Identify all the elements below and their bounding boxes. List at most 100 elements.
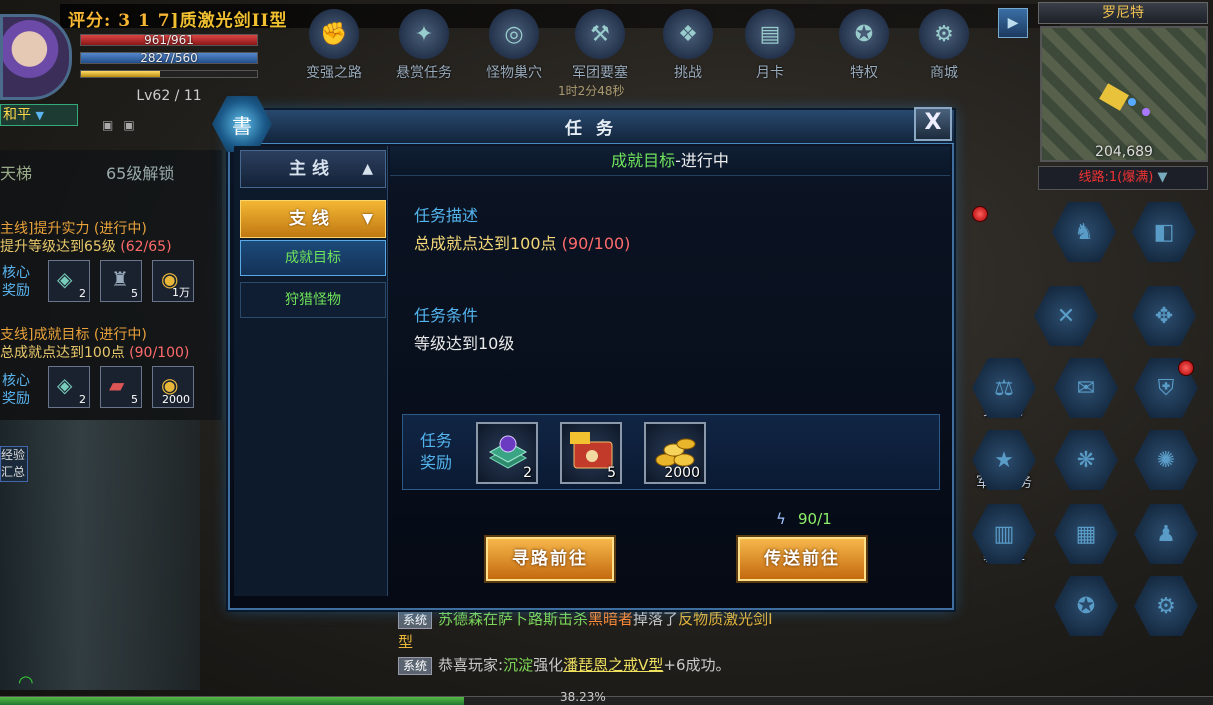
shield-icon: ❖ — [660, 8, 716, 60]
top-menu-fortress[interactable]: ⚒ 军团要塞 — [560, 8, 640, 88]
expand-arrow-button[interactable]: ▶ — [998, 8, 1028, 38]
reward-slot-gold[interactable]: 2000 — [644, 422, 706, 484]
target-icon: ✦ — [396, 8, 452, 60]
hex-button-vault[interactable]: ▥装备库 — [968, 504, 1040, 576]
hex-button-legion[interactable]: ✪军团 — [1050, 576, 1122, 648]
dpad-icon: ✥ — [1132, 286, 1196, 346]
mini-tool-icons[interactable]: ▣▣ — [102, 118, 145, 132]
top-menu-shield[interactable]: ❖ 挑战 — [648, 8, 728, 88]
tracker-reward-slot[interactable]: ◉ 1万 — [152, 260, 194, 302]
score-item: ]质激光剑II型 — [170, 11, 288, 31]
chevron-down-icon: ▼ — [362, 211, 373, 227]
background-tower — [0, 420, 200, 690]
chat-line: 系统 苏德森在萨卜路斯击杀黑暗者掉落了反物质激光剑I型 — [398, 610, 773, 651]
hex-button-crossed-swords[interactable]: ✕自动 — [1030, 286, 1102, 358]
reward-slot-core[interactable]: 2 — [476, 422, 538, 484]
vortex-icon: ◎ — [486, 8, 542, 60]
mp-text: 2827/560 — [140, 51, 198, 65]
hex-button-star[interactable]: ★军阶任务 — [968, 430, 1040, 502]
teleport-button[interactable]: 传送前往 — [738, 537, 866, 581]
category-main[interactable]: 主线 ▲ — [240, 150, 386, 188]
badge-icon: ✪ — [836, 8, 892, 60]
tracker-reward-slot[interactable]: ◉ 2000 — [152, 366, 194, 408]
hex-button-outfit[interactable]: ❋装扮 — [1050, 430, 1122, 502]
exp-progress-text: 38.23% — [560, 690, 606, 704]
tracker-reward-slot[interactable]: ♜ 5 — [100, 260, 142, 302]
tracker-quest-main-desc: 提升等级达到65级 (62/65) — [0, 239, 172, 255]
hex-button-book[interactable]: ▦成就 — [1050, 504, 1122, 576]
quest-item-hunt[interactable]: 狩猎怪物 — [240, 282, 386, 318]
tracker-quest-main-title[interactable]: 主线]提升实力 (进行中) — [0, 218, 147, 238]
exp-summary-button[interactable]: 经验汇总 — [0, 446, 28, 482]
reward-slot-stamina[interactable]: 5 — [560, 422, 622, 484]
robot-icon: ♜ — [111, 267, 129, 291]
quest-status-header: 成就目标-进行中 — [390, 146, 950, 176]
event-timer: 1时2分48秒 — [558, 84, 625, 98]
tracker-reward-label: 核心奖励 — [2, 265, 30, 299]
card-icon: ▤ — [742, 8, 798, 60]
server-line-label: 线路:1(爆满) — [1078, 170, 1154, 185]
stamina-pack-icon: ▰ — [109, 373, 125, 397]
top-menu-badge[interactable]: ✪ 特权 — [824, 8, 904, 88]
play-icon: ▶ — [1007, 15, 1019, 31]
tracker-reward-label: 核心奖励 — [2, 373, 30, 407]
fortress-icon: ⚒ — [572, 8, 628, 60]
exp-progress-bar — [0, 696, 1213, 705]
chevron-down-icon: ▼ — [1157, 170, 1168, 185]
npc-dot-icon — [1142, 108, 1150, 116]
chat-line: 系统 恭喜玩家:沉淀强化潘琵恩之戒V型+6成功。 — [398, 654, 778, 677]
hex-button-backpack[interactable]: ◧背包 — [1128, 202, 1200, 274]
chevron-up-icon: ▲ — [362, 161, 373, 177]
tracker-reward-slot[interactable]: ◈ 2 — [48, 260, 90, 302]
category-branch[interactable]: 支线 ▼ — [240, 200, 386, 238]
hex-button-scales[interactable]: ⚖交易行 — [968, 358, 1040, 430]
chevron-down-icon: ▼ — [35, 109, 44, 122]
ladder-lock-text: 65级解锁 — [106, 164, 175, 183]
score-value: 评分: 3 1 7 — [68, 11, 171, 31]
notification-dot-icon — [972, 206, 988, 222]
tracker-reward-slot[interactable]: ◈ 2 — [48, 366, 90, 408]
energy-icon: ϟ — [776, 510, 786, 528]
dialog-title: 任 务 — [565, 119, 617, 139]
hex-button-dpad[interactable]: ✥ — [1128, 286, 1200, 358]
minimap[interactable] — [1040, 26, 1208, 162]
hex-button-social[interactable]: ♟社交 — [1130, 504, 1202, 576]
mech-icon: ⚙ — [916, 8, 972, 60]
server-line-select[interactable]: 线路:1(爆满) ▼ — [1038, 166, 1208, 190]
hex-button-gear[interactable]: ⚙设置 — [1130, 576, 1202, 648]
tracker-quest-branch-desc: 总成就点达到100点 (90/100) — [0, 345, 190, 361]
quest-item-achievement[interactable]: 成就目标 — [240, 240, 386, 276]
pk-mode-select[interactable]: 和平 ▼ — [0, 104, 78, 126]
hp-text: 961/961 — [144, 33, 194, 47]
hex-button-mail[interactable]: ✉邮件 — [1050, 358, 1122, 430]
xp-bar — [80, 70, 258, 78]
close-button[interactable]: X — [914, 107, 952, 141]
avatar[interactable] — [0, 14, 72, 100]
pathfind-button[interactable]: 寻路前往 — [486, 537, 614, 581]
top-menu-vortex[interactable]: ◎ 怪物巢穴 — [474, 8, 554, 88]
top-menu-mech[interactable]: ⚙ 商城 — [904, 8, 984, 88]
score-text: 评分: 3 1 7]质激光剑II型 — [68, 6, 287, 31]
reward-label: 任务奖励 — [419, 431, 452, 472]
notification-dot-icon — [1178, 360, 1194, 376]
tracker-quest-branch-title[interactable]: 支线]成就目标 (进行中) — [0, 324, 147, 344]
description-text: 总成就点达到100点 (90/100) — [414, 234, 631, 253]
top-menu-card[interactable]: ▤ 月卡 — [730, 8, 810, 88]
condition-text: 等级达到10级 — [414, 334, 515, 353]
core-crystal-icon: ◈ — [57, 373, 73, 397]
tracker-reward-slot[interactable]: ▰ 5 — [100, 366, 142, 408]
ladder-label[interactable]: 天梯 — [0, 160, 32, 184]
top-menu-fist[interactable]: ✊ 变强之路 — [294, 8, 374, 88]
energy-count: 90/1 — [798, 510, 832, 528]
condition-title: 任务条件 — [414, 306, 479, 325]
player-marker-icon — [1099, 83, 1129, 111]
description-title: 任务描述 — [414, 206, 479, 225]
minimap-title: 罗尼特 — [1038, 2, 1208, 24]
core-crystal-icon: ◈ — [57, 267, 73, 291]
chat-log: 系统 苏德森在萨卜路斯击杀黑暗者掉落了反物质激光剑I型 系统 恭喜玩家:沉淀强化潘琵… — [398, 608, 778, 677]
hex-button-helmet[interactable]: ♞角色 — [1048, 202, 1120, 274]
npc-dot-icon — [1128, 98, 1136, 106]
pk-mode-label: 和平 — [3, 107, 31, 123]
top-menu-target[interactable]: ✦ 悬赏任务 — [384, 8, 464, 88]
hex-button-magic[interactable]: ✺魔法 — [1130, 430, 1202, 502]
